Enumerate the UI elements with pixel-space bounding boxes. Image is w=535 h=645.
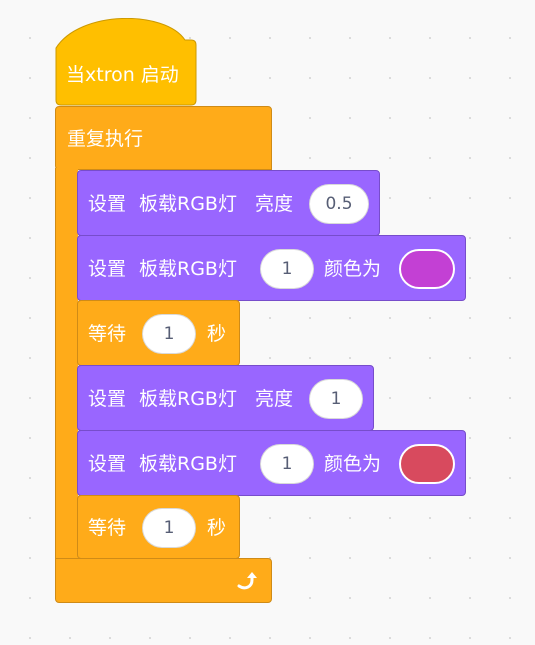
wait-label: 等待	[88, 517, 127, 539]
color-swatch-input[interactable]	[399, 444, 455, 484]
forever-loop-bottom[interactable]	[55, 558, 272, 603]
block-target-label: 板载RGB灯	[139, 193, 237, 215]
wait-label: 等待	[88, 323, 127, 345]
block-prop-label: 亮度	[255, 193, 294, 215]
block-set-label: 设置	[88, 193, 127, 215]
brightness-value-input[interactable]: 1	[309, 379, 363, 419]
forever-loop-block[interactable]: 重复执行	[55, 106, 272, 170]
block-prop-label: 颜色为	[324, 258, 382, 280]
wait-block[interactable]: 等待 1 秒	[77, 300, 240, 366]
block-set-label: 设置	[88, 258, 127, 280]
block-set-label: 设置	[88, 453, 127, 475]
set-brightness-block[interactable]: 设置 板载RGB灯 亮度 1	[77, 365, 374, 431]
led-index-input[interactable]: 1	[260, 444, 314, 484]
set-color-block[interactable]: 设置 板载RGB灯 1 颜色为	[77, 430, 466, 496]
wait-block[interactable]: 等待 1 秒	[77, 495, 240, 559]
block-set-label: 设置	[88, 388, 127, 410]
block-target-label: 板载RGB灯	[139, 388, 237, 410]
block-target-label: 板载RGB灯	[139, 258, 237, 280]
hat-block-label: 当xtron 启动	[66, 64, 179, 86]
wait-seconds-input[interactable]: 1	[142, 508, 196, 548]
set-color-block[interactable]: 设置 板载RGB灯 1 颜色为	[77, 235, 466, 301]
block-prop-label: 亮度	[255, 388, 294, 410]
loop-arrow-icon	[235, 569, 259, 597]
wait-unit-label: 秒	[207, 323, 227, 345]
block-target-label: 板载RGB灯	[139, 453, 237, 475]
wait-unit-label: 秒	[207, 517, 227, 539]
hat-block-shape	[55, 18, 197, 106]
led-index-input[interactable]: 1	[260, 249, 314, 289]
brightness-value-input[interactable]: 0.5	[309, 184, 369, 224]
forever-loop-arm	[55, 168, 78, 566]
color-swatch-input[interactable]	[399, 249, 455, 289]
block-prop-label: 颜色为	[324, 453, 382, 475]
wait-seconds-input[interactable]: 1	[142, 314, 196, 354]
hat-block-when-start[interactable]: 当xtron 启动	[55, 18, 197, 106]
set-brightness-block[interactable]: 设置 板载RGB灯 亮度 0.5	[77, 170, 380, 236]
forever-loop-label: 重复执行	[67, 128, 144, 150]
